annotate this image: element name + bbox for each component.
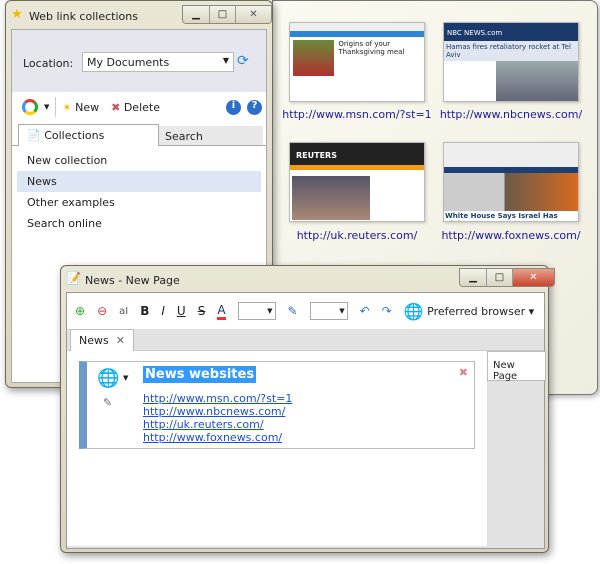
new-label: New (75, 100, 100, 114)
minimize-button[interactable]: ▁ (460, 269, 486, 286)
link-item[interactable]: http://www.foxnews.com/ (143, 431, 292, 444)
location-select[interactable]: My Documents ▼ (82, 52, 234, 72)
delete-note-icon[interactable]: ✖ (459, 366, 468, 379)
redo-icon[interactable]: ↷ (382, 304, 392, 318)
undo-icon[interactable]: ↶ (360, 304, 370, 318)
help-icon[interactable]: ? (247, 99, 262, 115)
window-controls: ▁ □ ✕ (182, 5, 272, 24)
close-button[interactable]: ✕ (235, 6, 271, 23)
star-icon: ★ (11, 7, 23, 22)
underline-button[interactable]: U (177, 304, 186, 318)
tab-news[interactable]: News ✕ (70, 329, 134, 351)
thumb-headline: Hamas fires retaliatory rocket at Tel Av… (444, 41, 578, 61)
strikethrough-button[interactable]: S (198, 304, 206, 318)
border-dropdown[interactable]: ▼ (309, 302, 348, 320)
maximize-button[interactable]: □ (486, 269, 512, 286)
thumb-headline: White House Says Israel Has Right (445, 212, 558, 221)
page-tab-label: New Page (493, 360, 518, 382)
link-list: http://www.msn.com/?st=1 http://www.nbcne… (143, 392, 292, 444)
list-item[interactable]: Search online (17, 213, 261, 234)
info-icon[interactable]: i (226, 99, 241, 115)
close-button[interactable]: ✕ (512, 269, 554, 286)
page-canvas[interactable]: 🌐 ▼ ✎ News websites http://www.msn.com/?… (67, 351, 487, 546)
bold-button[interactable]: B (140, 304, 149, 318)
collection-list: New collection News Other examples Search o… (12, 146, 266, 238)
remove-page-icon[interactable]: ⊖ (97, 304, 107, 318)
window-title: News - New Page (85, 274, 180, 287)
rename-icon[interactable]: aI (119, 306, 128, 317)
chevron-down-icon: ▼ (222, 56, 229, 65)
delete-label: Delete (123, 100, 160, 114)
thumbnail-msn[interactable]: Origins of your Thanksgiving meal (289, 22, 425, 102)
minimize-button[interactable]: ▁ (183, 6, 209, 23)
thumbnail-url[interactable]: http://uk.reuters.com/ (277, 229, 437, 242)
thumbnail-url[interactable]: http://www.foxnews.com/ (431, 229, 591, 242)
preferred-browser-button[interactable]: 🌐 Preferred browser ▾ (404, 302, 534, 321)
close-tab-icon[interactable]: ✕ (116, 334, 125, 347)
tab-label: Collections (44, 129, 105, 142)
chevron-down-icon[interactable]: ▼ (123, 374, 128, 382)
location-label: Location: (23, 57, 74, 70)
chevron-down-icon[interactable]: ▼ (44, 103, 49, 111)
app-menu-icon[interactable] (22, 99, 38, 115)
list-item[interactable]: News (17, 171, 261, 192)
thumbnail-fox[interactable]: White House Says Israel Has Right (443, 142, 579, 222)
thumbnail-url[interactable]: http://www.msn.com/?st=1 (277, 108, 437, 121)
list-item[interactable]: New collection (17, 150, 261, 171)
thumb-headline: REUTERS (290, 143, 424, 165)
new-icon: ✶ (62, 100, 72, 114)
add-page-icon[interactable]: ⊕ (75, 304, 85, 318)
refresh-icon[interactable]: ⟳ (237, 53, 249, 69)
thumbnail-url[interactable]: http://www.nbcnews.com/ (431, 108, 591, 121)
link-item[interactable]: http://www.nbcnews.com/ (143, 405, 292, 418)
tab-collections[interactable]: 📄 Collections (18, 124, 159, 146)
highlight-icon[interactable]: ✎ (288, 304, 298, 318)
tab-label: News (79, 334, 109, 347)
link-item[interactable]: http://www.msn.com/?st=1 (143, 392, 292, 405)
tab-search[interactable]: Search (159, 126, 263, 145)
news-note-window: 📝 News - New Page ▁ □ ✕ ⊕ ⊖ aI B I U S A ▼… (60, 265, 555, 553)
edit-pen-icon[interactable]: ✎ (103, 396, 112, 409)
font-color-button[interactable]: A (217, 303, 226, 320)
new-button[interactable]: ✶ New (62, 101, 99, 114)
web-link-icon[interactable]: 🌐 (97, 368, 119, 389)
globe-icon: 🌐 (403, 301, 424, 321)
thumbnail-nbc[interactable]: NBC NEWS.com Hamas fires retaliatory roc… (443, 22, 579, 102)
note-card[interactable]: 🌐 ▼ ✎ News websites http://www.msn.com/?… (79, 361, 475, 449)
italic-button[interactable]: I (161, 304, 165, 318)
link-item[interactable]: http://uk.reuters.com/ (143, 418, 292, 431)
delete-icon: ✖ (111, 100, 121, 114)
page-tab-new-page[interactable]: New Page (487, 351, 546, 382)
thumbnail-reuters[interactable]: REUTERS (289, 142, 425, 222)
window-title: Web link collections (29, 10, 138, 23)
note-icon: 📝 (66, 271, 81, 285)
list-item[interactable]: Other examples (17, 192, 261, 213)
window-controls: ▁ □ ✕ (459, 268, 555, 287)
maximize-button[interactable]: □ (209, 6, 235, 23)
delete-button[interactable]: ✖ Delete (111, 101, 160, 114)
location-value: My Documents (87, 56, 170, 69)
font-color-dropdown[interactable]: ▼ (237, 302, 276, 320)
thumb-headline: Origins of your Thanksgiving meal (338, 40, 405, 56)
note-title[interactable]: News websites (143, 366, 257, 383)
preferred-browser-label: Preferred browser (427, 304, 526, 318)
tab-label: Search (165, 130, 203, 143)
